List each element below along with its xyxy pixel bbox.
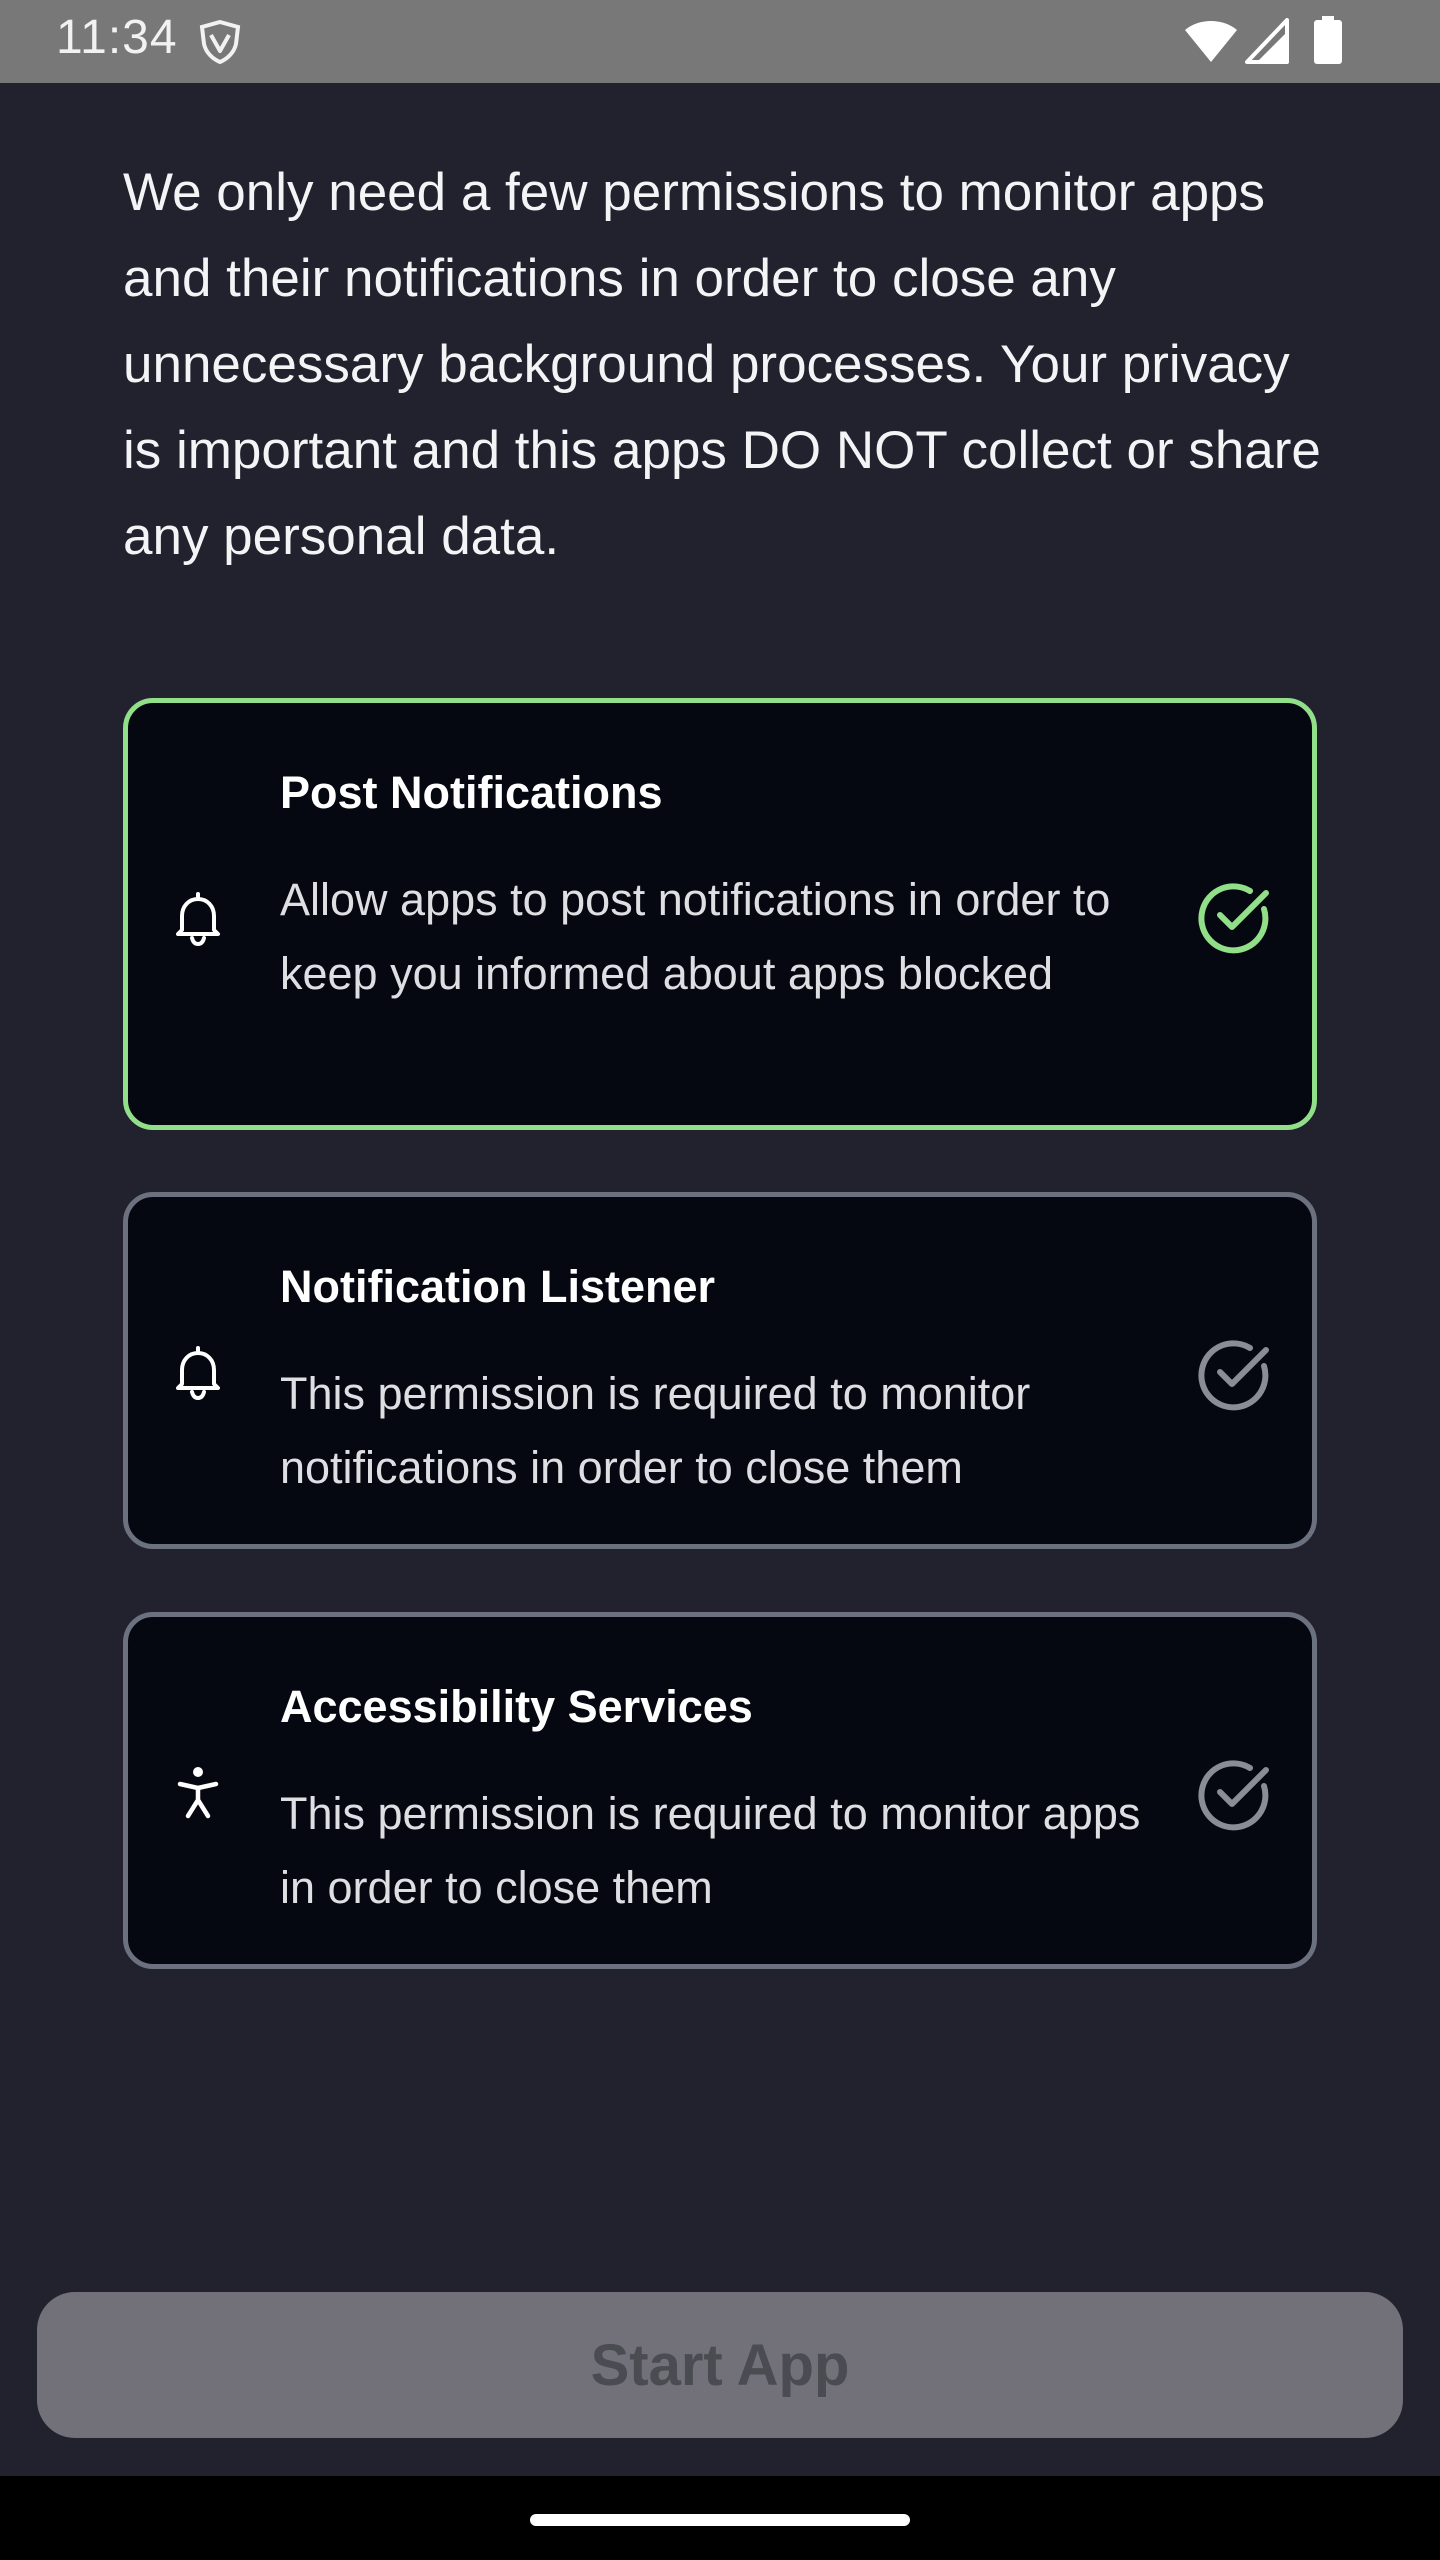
start-app-button[interactable]: Start App [37, 2292, 1403, 2438]
status-time: 11:34 [56, 11, 178, 64]
permission-title: Accessibility Services [280, 1681, 753, 1732]
check-circle-icon [1198, 1340, 1269, 1411]
permission-title: Post Notifications [280, 767, 663, 818]
permission-card-accessibility-services[interactable]: Accessibility Services This permission i… [123, 1612, 1317, 1969]
permission-card-post-notifications[interactable]: Post Notifications Allow apps to post no… [123, 698, 1317, 1130]
battery-icon [1314, 16, 1342, 64]
permission-card-notification-listener[interactable]: Notification Listener This permission is… [123, 1192, 1317, 1549]
shield-vpn-icon [199, 19, 241, 65]
check-circle-icon [1198, 883, 1269, 954]
signal-icon [1245, 18, 1289, 64]
bell-icon [176, 1346, 220, 1400]
check-circle-icon [1198, 1760, 1269, 1831]
home-gesture-handle[interactable] [530, 2514, 910, 2526]
permission-description: Allow apps to post notifications in orde… [280, 874, 1111, 999]
navigation-bar [0, 2476, 1440, 2560]
wifi-icon [1185, 21, 1237, 62]
status-bar: 11:34 [0, 0, 1440, 83]
permission-title: Notification Listener [280, 1261, 716, 1312]
accessibility-icon [177, 1767, 219, 1819]
permission-description: This permission is required to monitor a… [280, 1788, 1141, 1913]
bell-icon [176, 892, 220, 946]
intro-text: We only need a few permissions to monito… [123, 163, 1321, 566]
permission-description: This permission is required to monitor n… [280, 1368, 1031, 1493]
